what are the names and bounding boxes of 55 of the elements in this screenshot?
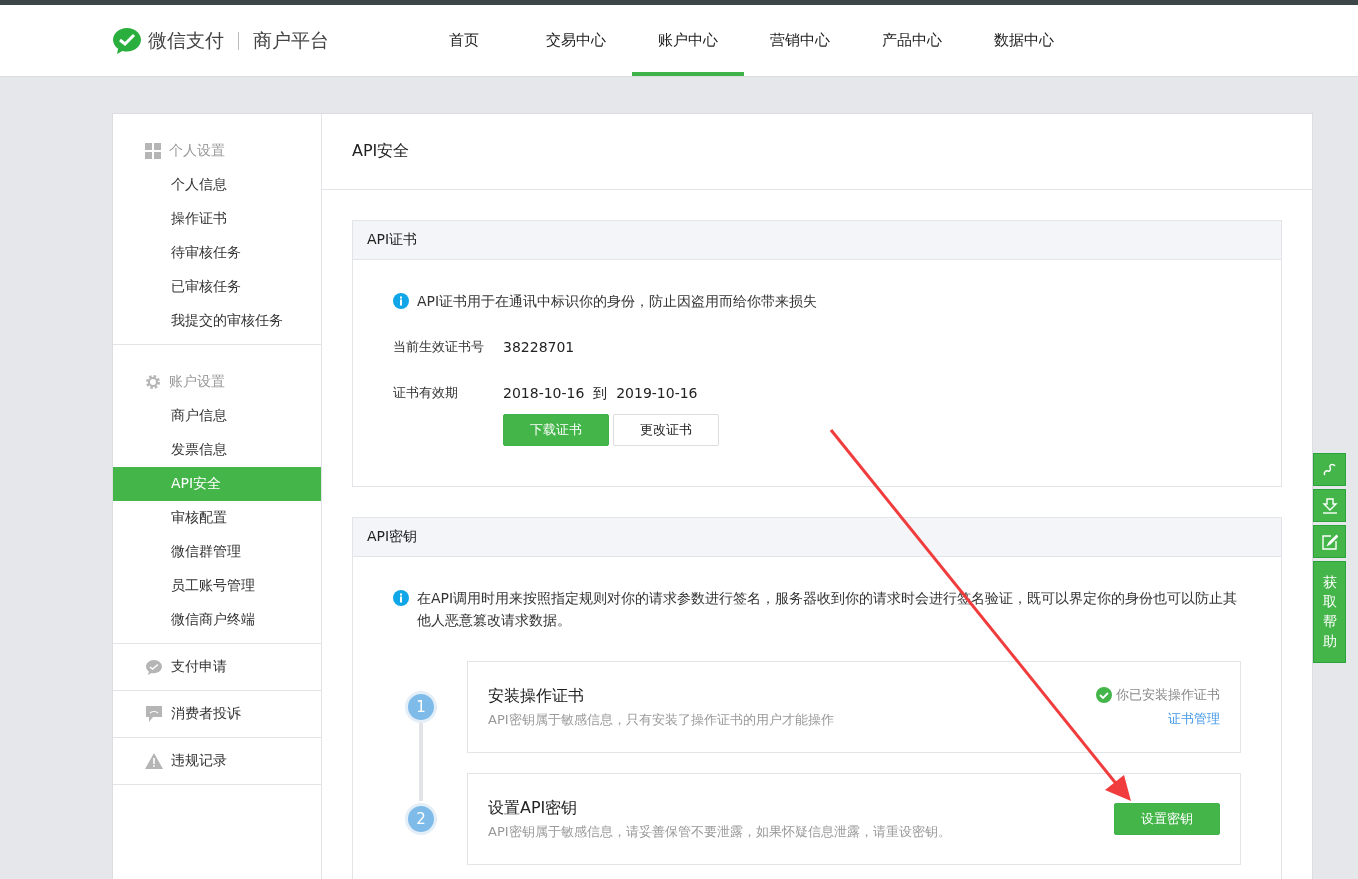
nav-tab[interactable]: 营销中心 — [744, 5, 856, 76]
info-icon — [393, 293, 409, 309]
logo-icon — [112, 26, 142, 55]
sidebar-item[interactable]: 商户信息 — [113, 399, 321, 433]
sidebar-item[interactable]: 操作证书 — [113, 202, 321, 236]
sidebar-group-label: 个人设置 — [169, 142, 225, 160]
field-label: 证书有效期 — [393, 384, 459, 402]
link-button[interactable] — [1313, 453, 1346, 486]
field-label: 当前生效证书号 — [393, 338, 485, 356]
step-description: API密钥属于敏感信息，请妥善保管不要泄露，如果怀疑信息泄露，请重设密钥。 — [488, 822, 951, 841]
sidebar-item[interactable]: 支付申请 — [171, 658, 227, 676]
platform-title: 商户平台 — [253, 27, 329, 53]
step-number: 1 — [405, 691, 437, 723]
grid-icon — [145, 143, 161, 159]
download-icon — [1321, 497, 1338, 514]
sidebar-item[interactable]: 审核配置 — [113, 501, 321, 535]
sidebar-item[interactable]: 微信商户终端 — [113, 603, 321, 637]
sidebar-item[interactable]: 微信群管理 — [113, 535, 321, 569]
sidebar-item[interactable]: 员工账号管理 — [113, 569, 321, 603]
link-icon — [1321, 461, 1338, 478]
change-certificate-button[interactable]: 更改证书 — [613, 414, 719, 446]
warning-icon — [145, 753, 163, 769]
logo-text: 微信支付 — [148, 27, 224, 53]
sidebar-item[interactable]: 已审核任务 — [113, 270, 321, 304]
chat-bubble-icon — [145, 658, 163, 676]
settings-icon — [145, 374, 161, 390]
sidebar-item[interactable]: 消费者投诉 — [171, 705, 241, 723]
step-description: API密钥属于敏感信息，只有安装了操作证书的用户才能操作 — [488, 710, 834, 729]
sidebar-group-label: 账户设置 — [169, 373, 225, 391]
download-button[interactable] — [1313, 489, 1346, 522]
page-title: API安全 — [352, 141, 410, 162]
sidebar-item[interactable]: 违规记录 — [171, 752, 227, 770]
step-number: 2 — [405, 803, 437, 835]
comment-icon — [145, 705, 163, 723]
sidebar-item[interactable]: 我提交的审核任务 — [113, 304, 321, 338]
step-title: 设置API密钥 — [488, 797, 579, 819]
step-title: 安装操作证书 — [488, 685, 585, 707]
info-icon — [393, 590, 409, 606]
nav-tab[interactable]: 产品中心 — [856, 5, 968, 76]
nav-tab[interactable]: 账户中心 — [632, 5, 744, 76]
card-title: API证书 — [353, 221, 1281, 260]
nav-tab[interactable]: 交易中心 — [520, 5, 632, 76]
edit-icon — [1321, 533, 1338, 550]
field-value: 38228701 — [503, 338, 575, 357]
sidebar-item[interactable]: 个人信息 — [113, 168, 321, 202]
sidebar-item[interactable]: 待审核任务 — [113, 236, 321, 270]
check-icon — [1096, 687, 1112, 703]
status-text: 你已安装操作证书 — [1116, 686, 1220, 704]
sidebar-item[interactable]: 发票信息 — [113, 433, 321, 467]
card-title: API密钥 — [353, 518, 1281, 557]
info-text: API证书用于在通讯中标识你的身份，防止因盗用而给你带来损失 — [417, 292, 818, 311]
nav-tab[interactable]: 首页 — [408, 5, 520, 76]
nav-tab[interactable]: 数据中心 — [968, 5, 1080, 76]
field-value: 2018-10-16 到 2019-10-16 — [503, 384, 698, 403]
edit-button[interactable] — [1313, 525, 1346, 558]
